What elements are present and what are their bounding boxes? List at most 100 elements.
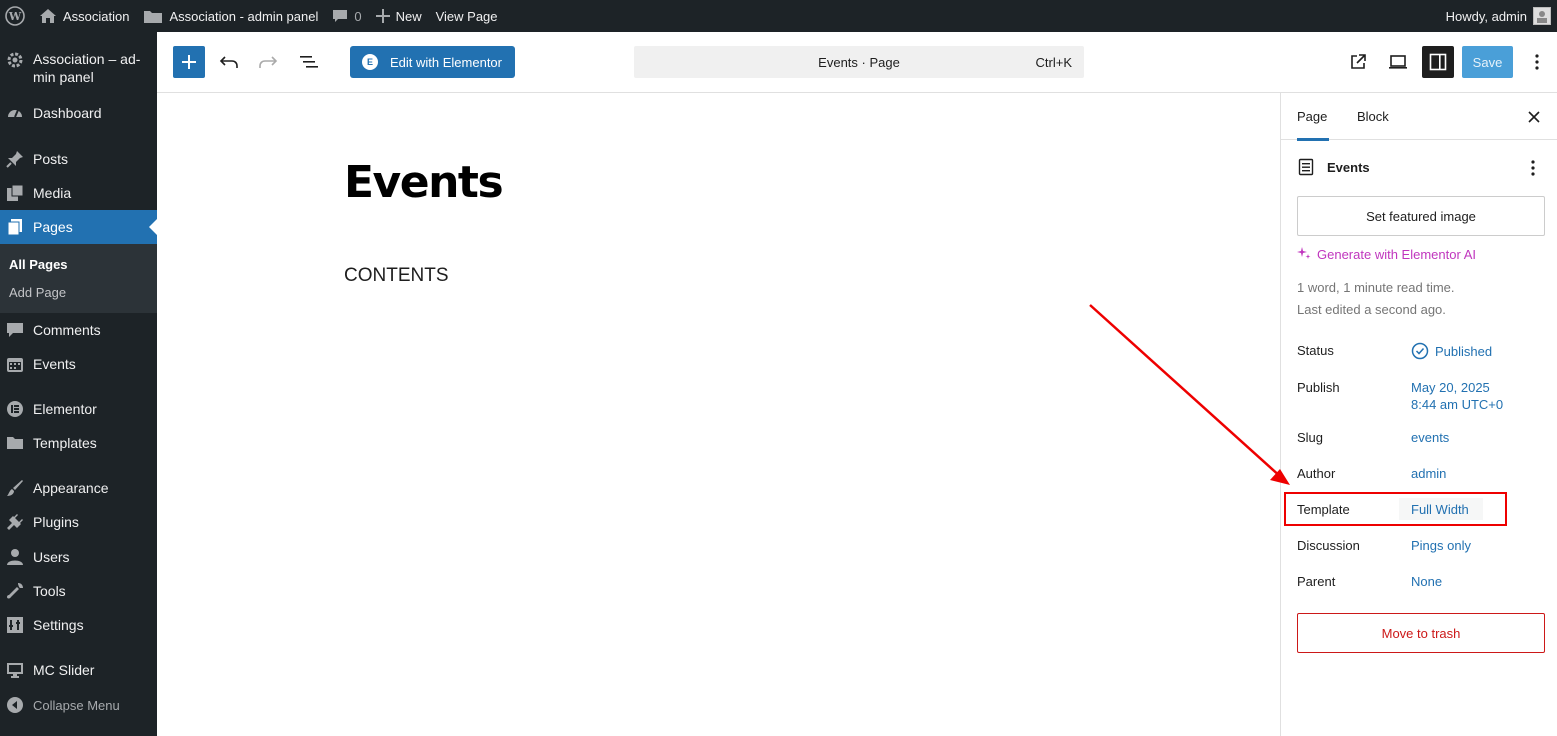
- generate-elementor-ai-link[interactable]: Generate with Elementor AI: [1297, 246, 1476, 263]
- sidebar-item-label: Settings: [33, 617, 84, 633]
- view-page-link[interactable]: View Page: [429, 0, 505, 32]
- submenu-all-pages[interactable]: All Pages: [9, 257, 68, 272]
- wordpress-logo-button[interactable]: W: [0, 0, 32, 32]
- sidebar-item-label: Appearance: [33, 480, 109, 496]
- sparkle-icon: [1297, 246, 1311, 263]
- add-block-button[interactable]: [173, 46, 205, 78]
- kebab-menu-icon: [1535, 54, 1539, 70]
- generate-elementor-ai-label: Generate with Elementor AI: [1317, 247, 1476, 262]
- set-featured-image-button[interactable]: Set featured image: [1297, 196, 1545, 236]
- discussion-label: Discussion: [1297, 538, 1360, 553]
- sidebar-item-label: Events: [33, 356, 76, 372]
- redo-button[interactable]: [252, 46, 284, 78]
- paragraph-block[interactable]: CONTENTS: [344, 265, 449, 287]
- post-title[interactable]: Events: [344, 157, 504, 208]
- collapse-menu-button[interactable]: Collapse Menu: [0, 695, 157, 715]
- sidebar-item-posts[interactable]: Posts: [0, 149, 157, 169]
- tab-page[interactable]: Page: [1297, 93, 1330, 141]
- sidebar-item-label: Dashboard: [33, 105, 102, 121]
- save-button[interactable]: Save: [1462, 46, 1513, 78]
- monitor-icon: [5, 660, 25, 680]
- edit-with-elementor-button[interactable]: E Edit with Elementor: [350, 46, 515, 78]
- sidebar-item-elementor[interactable]: Elementor: [0, 399, 157, 419]
- sidebar-item-label: Users: [33, 549, 70, 565]
- howdy-label: Howdy, admin: [1445, 8, 1527, 24]
- check-circle-icon: [1411, 342, 1429, 360]
- user-icon: [5, 547, 25, 567]
- elementor-icon: E: [362, 54, 378, 70]
- admin-panel-label: Association - admin panel: [169, 8, 319, 24]
- plus-icon: [182, 55, 196, 69]
- sidebar-item-templates[interactable]: Templates: [0, 433, 157, 453]
- options-button[interactable]: [1521, 46, 1553, 78]
- tab-block[interactable]: Block: [1357, 93, 1389, 140]
- move-to-trash-button[interactable]: Move to trash: [1297, 613, 1545, 653]
- discussion-value[interactable]: Pings only: [1411, 537, 1471, 554]
- admin-panel-link[interactable]: Association - admin panel: [136, 0, 325, 32]
- pages-icon: [5, 217, 25, 237]
- parent-value[interactable]: None: [1411, 573, 1442, 590]
- dashboard-icon: [5, 103, 25, 123]
- comments-link[interactable]: 0: [325, 0, 368, 32]
- document-header: Events: [1297, 158, 1370, 176]
- new-content-link[interactable]: New: [369, 0, 429, 32]
- command-palette-button[interactable]: Events · Page Ctrl+K: [634, 46, 1084, 78]
- editor-canvas: Events CONTENTS: [157, 93, 1280, 736]
- sidebar-item-media[interactable]: Media: [0, 183, 157, 203]
- edit-with-elementor-label: Edit with Elementor: [390, 54, 502, 70]
- sidebar-item-pages[interactable]: Pages: [0, 210, 157, 244]
- sidebar-item-tools[interactable]: Tools: [0, 581, 157, 601]
- sidebar-item-plugins[interactable]: Plugins: [0, 512, 157, 532]
- preview-button[interactable]: [1382, 46, 1414, 78]
- sidebar-item-mc-slider[interactable]: MC Slider: [0, 660, 157, 680]
- editor-toolbar: E Edit with Elementor Events · Page Ctrl…: [157, 32, 1557, 93]
- submenu-add-page[interactable]: Add Page: [9, 285, 66, 300]
- sidebar-item-events[interactable]: Events: [0, 354, 157, 374]
- comment-icon: [332, 8, 348, 24]
- close-sidebar-button[interactable]: [1522, 105, 1546, 129]
- sidebar-item-label: Media: [33, 185, 72, 201]
- sidebar-item-label-line2: min panel: [33, 69, 94, 85]
- publish-date: May 20, 2025: [1411, 380, 1490, 395]
- account-menu[interactable]: Howdy, admin: [1439, 0, 1553, 32]
- site-name-link[interactable]: Association: [32, 0, 136, 32]
- document-overview-button[interactable]: [293, 46, 325, 78]
- sidebar-item-users[interactable]: Users: [0, 547, 157, 567]
- sidebar-item-settings[interactable]: Settings: [0, 615, 157, 635]
- plus-icon: [375, 9, 390, 23]
- sidebar-item-label: Plugins: [33, 514, 79, 530]
- command-text: Events · Page: [818, 54, 900, 70]
- avatar: [1533, 7, 1551, 25]
- undo-button[interactable]: [213, 46, 245, 78]
- comment-icon: [5, 320, 25, 340]
- slug-value[interactable]: events: [1411, 429, 1449, 446]
- author-value[interactable]: admin: [1411, 465, 1446, 482]
- view-page-label: View Page: [435, 8, 498, 24]
- author-label: Author: [1297, 466, 1336, 481]
- folder-icon: [5, 433, 25, 453]
- settings-toggle-button[interactable]: [1422, 46, 1454, 78]
- undo-icon: [219, 56, 238, 68]
- sidebar-item-label: Tools: [33, 583, 66, 599]
- parent-label: Parent: [1297, 574, 1336, 589]
- publish-date-button[interactable]: May 20, 2025 8:44 am UTC+0: [1411, 379, 1503, 413]
- wordpress-icon: W: [5, 6, 25, 26]
- page-icon: [1297, 158, 1315, 176]
- command-shortcut: Ctrl+K: [1035, 54, 1072, 70]
- admin-bar: W Association Association - admin panel …: [0, 0, 1557, 32]
- pin-icon: [5, 149, 25, 169]
- wrench-icon: [5, 581, 25, 601]
- sidebar-item-comments[interactable]: Comments: [0, 320, 157, 340]
- settings-icon: [5, 615, 25, 635]
- document-actions-button[interactable]: [1523, 158, 1543, 178]
- view-page-button[interactable]: [1342, 46, 1374, 78]
- laptop-icon: [1389, 55, 1407, 69]
- sidebar-item-label: Posts: [33, 151, 69, 167]
- status-value[interactable]: Published: [1411, 342, 1492, 360]
- sidebar-item-dashboard[interactable]: Dashboard: [0, 103, 157, 123]
- sidebar-item-label: Comments: [33, 322, 101, 338]
- new-label: New: [395, 8, 422, 24]
- sidebar-item-association[interactable]: Association – ad- min panel: [0, 50, 157, 86]
- sidebar-item-appearance[interactable]: Appearance: [0, 478, 157, 498]
- current-indicator: [149, 219, 157, 235]
